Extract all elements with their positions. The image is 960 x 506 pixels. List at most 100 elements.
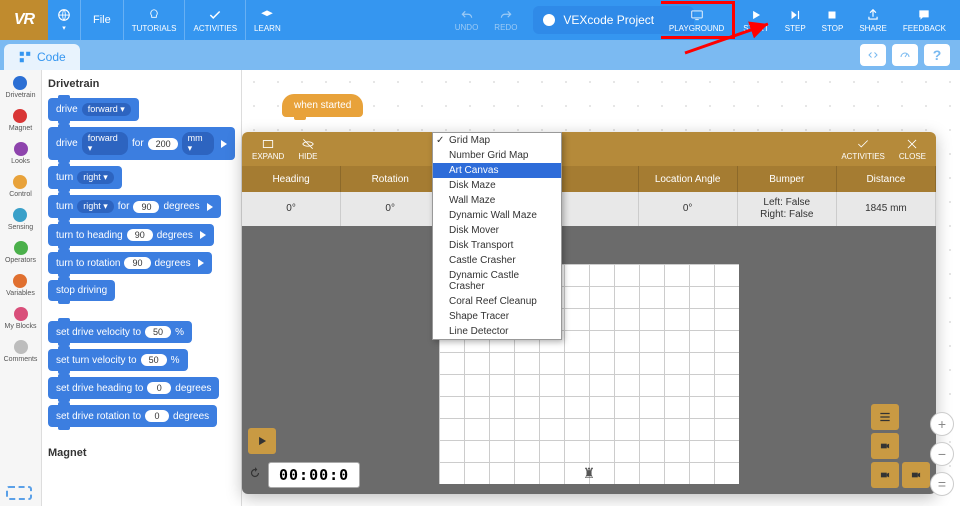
block-turn-heading[interactable]: turn to heading90degrees xyxy=(48,224,214,246)
block-stop-driving[interactable]: stop driving xyxy=(48,280,115,301)
run-button[interactable] xyxy=(248,428,276,454)
menu-item[interactable]: Disk Transport xyxy=(433,238,561,253)
category-magnet[interactable]: Magnet xyxy=(9,109,32,132)
block-set-drive-velocity[interactable]: set drive velocity to50% xyxy=(48,321,192,343)
status-dot-icon xyxy=(543,14,555,26)
camera-chase-button[interactable] xyxy=(871,462,899,488)
camera-top-button[interactable] xyxy=(871,433,899,459)
when-started-block[interactable]: when started xyxy=(282,94,363,117)
category-heading-2: Magnet xyxy=(48,447,235,459)
view-list-button[interactable] xyxy=(871,404,899,430)
timer-display: 00:00:0 xyxy=(268,462,360,488)
dashboard-header: HeadingRotationFront EyeLocation AngleBu… xyxy=(242,166,936,192)
reset-icon xyxy=(248,466,262,480)
playground-toolbar: EXPAND HIDE ACTIVITIES CLOSE xyxy=(242,132,936,166)
category-sensing[interactable]: Sensing xyxy=(8,208,33,231)
step-button[interactable]: STEP xyxy=(777,0,814,40)
category-control[interactable]: Control xyxy=(9,175,32,198)
robot-icon: ♜ xyxy=(583,465,596,482)
menu-item[interactable]: Line Detector xyxy=(433,324,561,339)
chat-icon xyxy=(916,8,932,22)
learn-button[interactable]: LEARN xyxy=(245,0,289,40)
check-icon xyxy=(855,137,871,151)
gauge-icon xyxy=(898,49,912,61)
feedback-button[interactable]: FEEDBACK xyxy=(895,0,954,40)
menu-item[interactable]: Wall Maze xyxy=(433,193,561,208)
playground-window: EXPAND HIDE ACTIVITIES CLOSE Grid MapNum… xyxy=(242,132,936,494)
step-icon xyxy=(787,8,803,22)
hide-button[interactable]: HIDE xyxy=(298,137,317,161)
category-heading: Drivetrain xyxy=(48,78,235,90)
blocks-icon xyxy=(18,50,32,64)
menu-item[interactable]: Art Canvas xyxy=(433,163,561,178)
menu-item[interactable]: Number Grid Map xyxy=(433,148,561,163)
block-set-drive-rotation[interactable]: set drive rotation to0degrees xyxy=(48,405,217,427)
cap-icon xyxy=(259,8,275,22)
code-view-button[interactable] xyxy=(860,44,886,66)
block-set-drive-heading[interactable]: set drive heading to0degrees xyxy=(48,377,219,399)
block-set-turn-velocity[interactable]: set turn velocity to50% xyxy=(48,349,188,371)
category-my-blocks[interactable]: My Blocks xyxy=(5,307,37,330)
block-drive-for[interactable]: driveforward ▾for200mm ▾ xyxy=(48,127,235,160)
play-icon xyxy=(255,434,269,448)
share-icon xyxy=(865,8,881,22)
block-turn-rotation[interactable]: turn to rotation90degrees xyxy=(48,252,212,274)
workspace-canvas[interactable]: when started EXPAND HIDE ACTIVITIES CLOS… xyxy=(242,70,960,506)
code-icon xyxy=(866,49,880,61)
pg-close-button[interactable]: CLOSE xyxy=(899,137,926,161)
val-bumper: Left: FalseRight: False xyxy=(738,192,837,226)
reset-button[interactable] xyxy=(248,466,262,485)
zoom-out-button[interactable]: − xyxy=(930,442,954,466)
lightbulb-icon xyxy=(146,8,162,22)
playground-button[interactable]: PLAYGROUND xyxy=(661,1,735,39)
camera-icon xyxy=(878,468,892,482)
category-operators[interactable]: Operators xyxy=(5,241,36,264)
camera-first-button[interactable] xyxy=(902,462,930,488)
category-variables[interactable]: Variables xyxy=(6,274,35,297)
block-turn-for[interactable]: turnright ▾for90degrees xyxy=(48,195,221,218)
list-icon xyxy=(878,410,892,424)
globe-icon xyxy=(56,8,72,22)
backpack-icon[interactable] xyxy=(6,486,32,500)
playground-select-menu[interactable]: Grid MapNumber Grid MapArt CanvasDisk Ma… xyxy=(432,132,562,340)
help-button[interactable]: ? xyxy=(924,44,950,66)
menu-item[interactable]: Shape Tracer xyxy=(433,309,561,324)
menu-item[interactable]: Coral Reef Cleanup xyxy=(433,294,561,309)
menu-item[interactable]: Disk Maze xyxy=(433,178,561,193)
block-drive[interactable]: driveforward ▾ xyxy=(48,98,139,121)
menu-item[interactable]: Disk Mover xyxy=(433,223,561,238)
tutorials-button[interactable]: TUTORIALS xyxy=(123,0,185,40)
undo-button[interactable]: UNDO xyxy=(449,9,485,32)
stop-button[interactable]: STOP xyxy=(814,0,852,40)
menu-item[interactable]: Castle Crasher xyxy=(433,253,561,268)
pg-activities-button[interactable]: ACTIVITIES xyxy=(841,137,885,161)
monitor-icon xyxy=(689,8,705,22)
dashboard-values: 0° 0° Object: FalseColor: None 0° Left: … xyxy=(242,192,936,226)
category-looks[interactable]: Looks xyxy=(11,142,30,165)
play-icon xyxy=(748,8,764,22)
category-drivetrain[interactable]: Drivetrain xyxy=(6,76,36,99)
share-button[interactable]: SHARE xyxy=(851,0,895,40)
dashboard-button[interactable] xyxy=(892,44,918,66)
language-button[interactable]: ▾ xyxy=(48,0,80,40)
top-toolbar: VR ▾ File TUTORIALS ACTIVITIES LEARN UND… xyxy=(0,0,960,40)
redo-button[interactable]: REDO xyxy=(488,9,523,32)
start-button[interactable]: START xyxy=(735,0,776,40)
block-turn[interactable]: turnright ▾ xyxy=(48,166,122,189)
hide-icon xyxy=(300,137,316,151)
menu-item[interactable]: Dynamic Castle Crasher xyxy=(433,268,561,294)
zoom-reset-button[interactable]: = xyxy=(930,472,954,496)
logo: VR xyxy=(0,0,48,40)
expand-button[interactable]: EXPAND xyxy=(252,137,284,161)
zoom-in-button[interactable]: + xyxy=(930,412,954,436)
main-area: Drivetrain Magnet Looks Control Sensing Opera… xyxy=(0,70,960,506)
menu-item[interactable]: Grid Map xyxy=(433,133,561,148)
val-location-angle: 0° xyxy=(639,192,738,226)
zoom-controls: + − = xyxy=(930,412,954,496)
code-tab[interactable]: Code xyxy=(4,44,80,70)
activities-button[interactable]: ACTIVITIES xyxy=(184,0,245,40)
file-menu[interactable]: File xyxy=(80,0,123,40)
menu-item[interactable]: Dynamic Wall Maze xyxy=(433,208,561,223)
playground-stage: ♜ 00:00:0 xyxy=(242,226,936,494)
category-comments[interactable]: Comments xyxy=(4,340,38,363)
